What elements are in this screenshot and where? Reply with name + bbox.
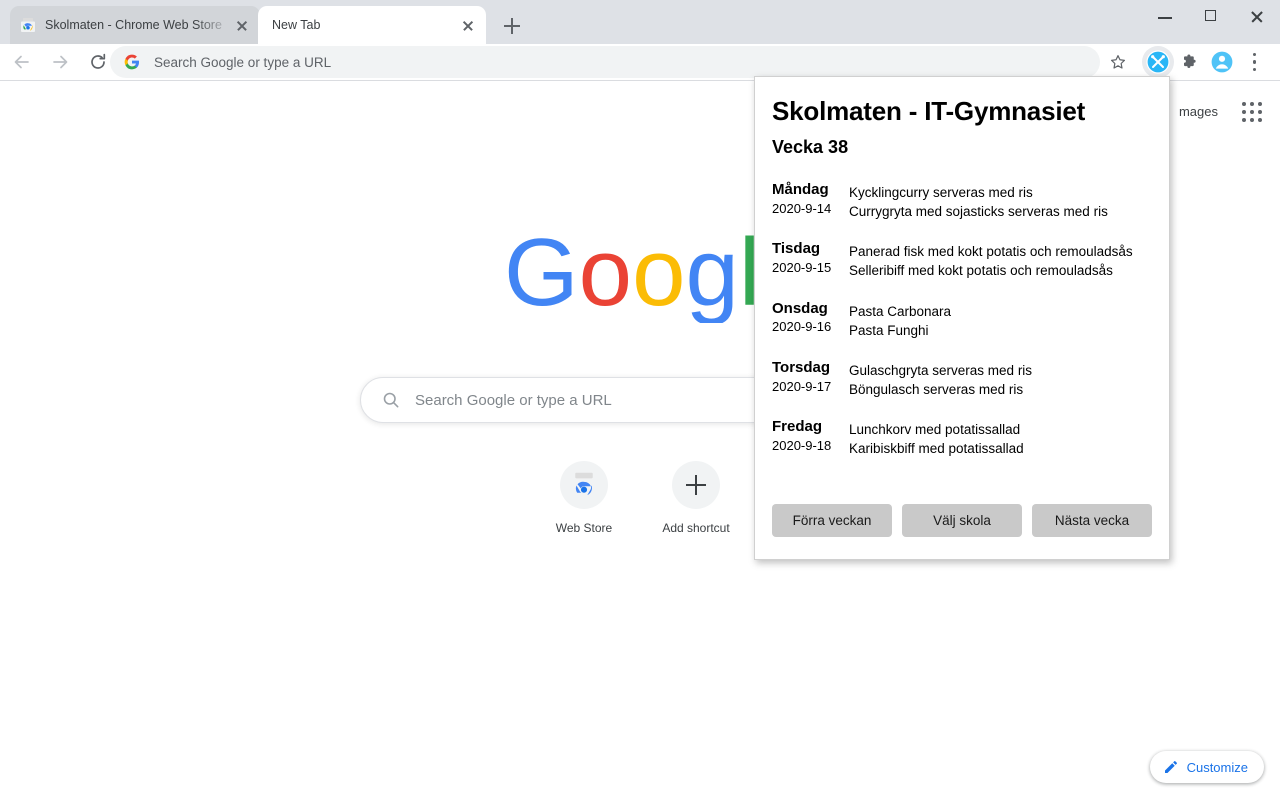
plus-icon <box>672 461 720 509</box>
meal-item: Panerad fisk med kokt potatis och remoul… <box>849 244 1133 260</box>
popup-week-label: Vecka 38 <box>772 137 849 158</box>
day-meta: Onsdag 2020-9-16 <box>772 299 846 340</box>
ntp-search-placeholder: Search Google or type a URL <box>415 391 612 409</box>
menu-day-row: Tisdag 2020-9-15 Panerad fisk med kokt p… <box>772 239 1153 280</box>
day-name: Måndag <box>772 180 829 198</box>
meal-item: Pasta Carbonara <box>849 303 952 319</box>
day-meta: Tisdag 2020-9-15 <box>772 239 846 280</box>
omnibox-placeholder: Search Google or type a URL <box>154 54 332 70</box>
star-icon[interactable] <box>1102 46 1134 78</box>
ntp-top-right-links: mages <box>1179 99 1264 123</box>
omnibox[interactable]: Search Google or type a URL <box>110 46 1100 78</box>
google-g-icon <box>124 54 140 70</box>
day-name: Onsdag <box>772 299 828 317</box>
day-meta: Torsdag 2020-9-17 <box>772 358 846 399</box>
browser-window: Skolmaten - Chrome Web Store New Tab Sea… <box>0 0 1280 800</box>
puzzle-piece-icon[interactable] <box>1174 46 1206 78</box>
chrome-web-store-icon <box>560 461 608 509</box>
popup-title: Skolmaten - IT-Gymnasiet <box>772 96 1086 126</box>
meal-item: Böngulasch serveras med ris <box>849 382 1024 397</box>
tab-skolmaten-web-store[interactable]: Skolmaten - Chrome Web Store <box>10 6 260 44</box>
tab-strip: Skolmaten - Chrome Web Store New Tab <box>0 0 1280 44</box>
meal-item: Selleribiff med kokt potatis och remoula… <box>849 263 1113 279</box>
shortcut-web-store[interactable]: Web Store <box>528 461 640 535</box>
forward-arrow-icon[interactable] <box>44 46 76 78</box>
tab-title: Skolmaten - Chrome Web Store <box>45 18 222 32</box>
customize-label: Customize <box>1186 759 1248 775</box>
meal-item: Lunchkorv med potatissallad <box>849 422 1021 438</box>
day-meta: Fredag 2020-9-18 <box>772 417 846 458</box>
meal-item: Gulaschgryta serveras med ris <box>849 362 1033 378</box>
day-date: 2020-9-17 <box>772 378 832 394</box>
skolmaten-extension-popup: Skolmaten - IT-Gymnasiet Vecka 38 Måndag… <box>754 76 1170 560</box>
three-dot-menu-icon[interactable] <box>1240 46 1268 78</box>
popup-content: Skolmaten - IT-Gymnasiet Vecka 38 Måndag… <box>755 77 1169 458</box>
day-name: Fredag <box>772 418 823 436</box>
prev-week-button[interactable]: Förra veckan <box>772 504 892 537</box>
pencil-icon <box>1163 759 1179 775</box>
day-date: 2020-9-18 <box>772 437 832 453</box>
profile-avatar-icon[interactable] <box>1206 46 1238 78</box>
day-meals: Kycklingcurry serveras med ris Currygryt… <box>846 180 1153 221</box>
skolmaten-cutlery-icon[interactable] <box>1142 46 1174 78</box>
meal-item: Karibiskbiff med potatissallad <box>849 441 1024 457</box>
apps-grid-icon[interactable] <box>1240 99 1264 123</box>
shortcut-label: Add shortcut <box>662 521 730 535</box>
maximize-icon[interactable] <box>1188 0 1234 32</box>
new-tab-button[interactable] <box>498 12 526 40</box>
tab-close-icon[interactable] <box>232 15 252 35</box>
day-meals: Panerad fisk med kokt potatis och remoul… <box>846 239 1153 280</box>
day-meals: Gulaschgryta serveras med ris Böngulasch… <box>846 358 1153 399</box>
search-icon <box>381 390 401 410</box>
day-meta: Måndag 2020-9-14 <box>772 180 846 221</box>
chrome-web-store-icon <box>20 17 36 33</box>
day-meals: Lunchkorv med potatissallad Karibiskbiff… <box>846 417 1153 458</box>
customize-button[interactable]: Customize <box>1149 751 1264 783</box>
day-date: 2020-9-16 <box>772 319 832 335</box>
day-date: 2020-9-14 <box>772 200 832 216</box>
day-meals: Pasta Carbonara Pasta Funghi <box>846 299 1153 340</box>
day-name: Tisdag <box>772 240 821 258</box>
menu-day-row: Onsdag 2020-9-16 Pasta Carbonara Pasta F… <box>772 299 1153 340</box>
minimize-icon[interactable] <box>1142 0 1188 32</box>
day-name: Torsdag <box>772 358 831 376</box>
shortcut-label: Web Store <box>555 521 613 535</box>
shortcut-add[interactable]: Add shortcut <box>640 461 752 535</box>
menu-day-row: Måndag 2020-9-14 Kycklingcurry serveras … <box>772 180 1153 221</box>
meal-item: Pasta Funghi <box>849 322 929 338</box>
menu-day-row: Fredag 2020-9-18 Lunchkorv med potatissa… <box>772 417 1153 458</box>
meal-item: Kycklingcurry serveras med ris <box>849 184 1033 200</box>
tab-new-tab[interactable]: New Tab <box>258 6 486 44</box>
pick-school-button[interactable]: Välj skola <box>902 504 1022 537</box>
svg-text:Google: Google <box>504 231 776 323</box>
close-icon[interactable] <box>1234 0 1280 32</box>
tab-title: New Tab <box>272 18 321 32</box>
images-link[interactable]: mages <box>1179 104 1218 119</box>
back-arrow-icon[interactable] <box>6 46 38 78</box>
menu-day-row: Torsdag 2020-9-17 Gulaschgryta serveras … <box>772 358 1153 399</box>
day-date: 2020-9-15 <box>772 259 832 275</box>
next-week-button[interactable]: Nästa vecka <box>1032 504 1152 537</box>
tab-close-icon[interactable] <box>458 15 478 35</box>
meal-item: Currygryta med sojasticks serveras med r… <box>849 204 1108 220</box>
popup-footer: Förra veckan Välj skola Nästa vecka <box>755 504 1169 537</box>
window-controls <box>1142 0 1280 44</box>
